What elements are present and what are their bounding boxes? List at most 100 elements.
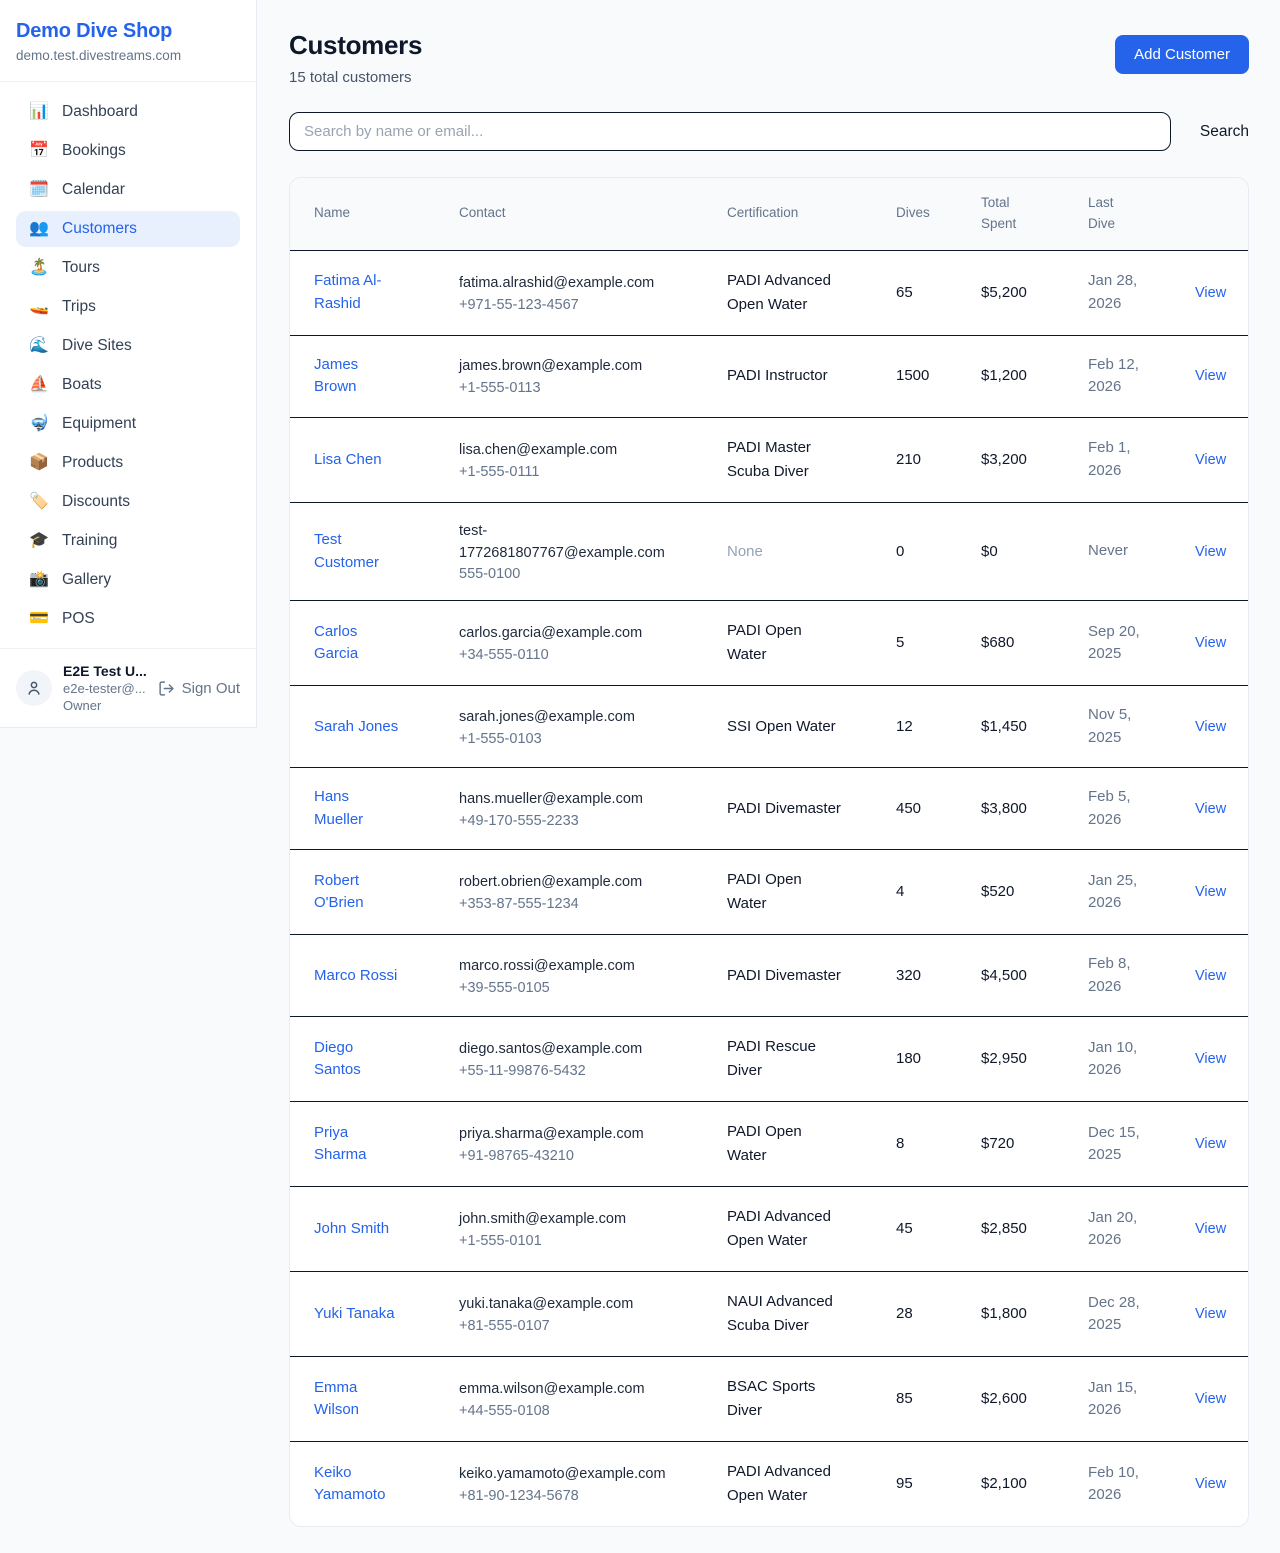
tag-icon: 🏷️ — [29, 494, 49, 510]
view-customer-link[interactable]: View — [1195, 635, 1226, 651]
customer-email: carlos.garcia@example.com — [459, 623, 642, 645]
col-certification: Certification — [727, 178, 896, 250]
sidebar-item-training[interactable]: 🎓 Training — [16, 523, 240, 559]
view-customer-link[interactable]: View — [1195, 544, 1226, 560]
customer-name-link[interactable]: Fatima Al-Rashid — [314, 270, 399, 315]
customer-certification: None — [727, 540, 763, 564]
credit-card-icon: 💳 — [29, 611, 49, 627]
customer-certification: PADI Master Scuba Diver — [727, 436, 845, 484]
customer-last-dive: Dec 15, 2025 — [1088, 1122, 1146, 1167]
customer-name-link[interactable]: Carlos Garcia — [314, 621, 399, 666]
table-row: Carlos Garcia carlos.garcia@example.com … — [290, 601, 1249, 686]
customer-email: marco.rossi@example.com — [459, 956, 635, 978]
customer-total-spent: $3,200 — [981, 451, 1027, 468]
customer-total-spent: $2,950 — [981, 1050, 1027, 1067]
customer-name-link[interactable]: Marco Rossi — [314, 965, 397, 988]
customer-dives: 450 — [896, 800, 921, 817]
view-customer-link[interactable]: View — [1195, 285, 1226, 301]
customer-dives: 45 — [896, 1220, 913, 1237]
logout-icon — [158, 680, 175, 697]
customer-phone: +971-55-123-4567 — [459, 297, 711, 313]
sidebar-item-pos[interactable]: 💳 POS — [16, 601, 240, 637]
customer-phone: +49-170-555-2233 — [459, 813, 711, 829]
customer-name-link[interactable]: Keiko Yamamoto — [314, 1462, 399, 1507]
sidebar-item-dashboard[interactable]: 📊 Dashboard — [16, 94, 240, 130]
sidebar-item-bookings[interactable]: 📅 Bookings — [16, 133, 240, 169]
sidebar-item-products[interactable]: 📦 Products — [16, 445, 240, 481]
view-customer-link[interactable]: View — [1195, 801, 1226, 817]
sidebar-item-label: Customers — [62, 220, 137, 238]
customer-dives: 4 — [896, 883, 904, 900]
customer-name-link[interactable]: John Smith — [314, 1218, 389, 1241]
view-customer-link[interactable]: View — [1195, 1221, 1226, 1237]
sidebar-item-equipment[interactable]: 🤿 Equipment — [16, 406, 240, 442]
view-customer-link[interactable]: View — [1195, 1051, 1226, 1067]
sidebar-item-label: Gallery — [62, 571, 111, 589]
customer-name-link[interactable]: Hans Mueller — [314, 786, 399, 831]
search-input[interactable] — [289, 112, 1171, 151]
customer-email: fatima.alrashid@example.com — [459, 273, 654, 295]
customer-name-link[interactable]: Emma Wilson — [314, 1377, 399, 1422]
sidebar-item-calendar[interactable]: 🗓️ Calendar — [16, 172, 240, 208]
customer-name-link[interactable]: Robert O'Brien — [314, 870, 399, 915]
customer-name-link[interactable]: James Brown — [314, 354, 399, 399]
sidebar-item-trips[interactable]: 🚤 Trips — [16, 289, 240, 325]
customer-phone: +91-98765-43210 — [459, 1148, 711, 1164]
sign-out-button[interactable]: Sign Out — [158, 680, 240, 697]
customer-email: sarah.jones@example.com — [459, 707, 635, 729]
add-customer-button[interactable]: Add Customer — [1115, 35, 1249, 74]
customer-certification: SSI Open Water — [727, 715, 836, 739]
customer-name-link[interactable]: Sarah Jones — [314, 716, 398, 739]
customer-name-link[interactable]: Yuki Tanaka — [314, 1303, 395, 1326]
customer-certification: PADI Instructor — [727, 364, 828, 388]
search-button[interactable]: Search — [1200, 123, 1249, 141]
sidebar-item-label: Boats — [62, 376, 102, 394]
customer-phone: +1-555-0113 — [459, 380, 711, 396]
customer-name-link[interactable]: Diego Santos — [314, 1037, 399, 1082]
customer-email: hans.mueller@example.com — [459, 789, 643, 811]
user-role: Owner — [63, 698, 147, 713]
user-email: e2e-tester@... — [63, 681, 147, 696]
spiral-calendar-icon: 🗓️ — [29, 182, 49, 198]
customer-phone: +1-555-0103 — [459, 731, 711, 747]
view-customer-link[interactable]: View — [1195, 1476, 1226, 1492]
customer-email: john.smith@example.com — [459, 1209, 626, 1231]
customer-dives: 180 — [896, 1050, 921, 1067]
customer-email: james.brown@example.com — [459, 356, 642, 378]
sidebar-item-boats[interactable]: ⛵ Boats — [16, 367, 240, 403]
customer-certification: PADI Advanced Open Water — [727, 1205, 845, 1253]
customer-total-spent: $1,200 — [981, 367, 1027, 384]
customer-certification: PADI Divemaster — [727, 797, 841, 821]
customer-email: test-1772681807767@example.com — [459, 521, 664, 565]
view-customer-link[interactable]: View — [1195, 1391, 1226, 1407]
customer-certification: PADI Advanced Open Water — [727, 1460, 845, 1508]
customer-name-link[interactable]: Test Customer — [314, 529, 399, 574]
view-customer-link[interactable]: View — [1195, 884, 1226, 900]
customer-name-link[interactable]: Priya Sharma — [314, 1122, 399, 1167]
sidebar-item-label: Trips — [62, 298, 96, 316]
sidebar-item-tours[interactable]: 🏝️ Tours — [16, 250, 240, 286]
view-customer-link[interactable]: View — [1195, 719, 1226, 735]
sidebar-item-gallery[interactable]: 📸 Gallery — [16, 562, 240, 598]
table-row: Marco Rossi marco.rossi@example.com +39-… — [290, 935, 1249, 1017]
sidebar-item-label: Bookings — [62, 142, 126, 160]
sidebar-item-customers[interactable]: 👥 Customers — [16, 211, 240, 247]
view-customer-link[interactable]: View — [1195, 452, 1226, 468]
sidebar-item-label: Discounts — [62, 493, 130, 511]
customer-name-link[interactable]: Lisa Chen — [314, 449, 382, 472]
view-customer-link[interactable]: View — [1195, 368, 1226, 384]
table-row: Emma Wilson emma.wilson@example.com +44-… — [290, 1357, 1249, 1442]
customer-certification: PADI Open Water — [727, 1120, 845, 1168]
view-customer-link[interactable]: View — [1195, 968, 1226, 984]
camera-icon: 📸 — [29, 572, 49, 588]
table-body: Fatima Al-Rashid fatima.alrashid@example… — [290, 250, 1249, 1526]
sidebar-item-dive-sites[interactable]: 🌊 Dive Sites — [16, 328, 240, 364]
table-row: John Smith john.smith@example.com +1-555… — [290, 1187, 1249, 1272]
view-customer-link[interactable]: View — [1195, 1136, 1226, 1152]
sidebar-item-discounts[interactable]: 🏷️ Discounts — [16, 484, 240, 520]
shop-domain: demo.test.divestreams.com — [16, 48, 240, 63]
customer-phone: +81-555-0107 — [459, 1318, 711, 1334]
view-customer-link[interactable]: View — [1195, 1306, 1226, 1322]
sign-out-label: Sign Out — [182, 680, 240, 697]
customer-email: robert.obrien@example.com — [459, 872, 642, 894]
